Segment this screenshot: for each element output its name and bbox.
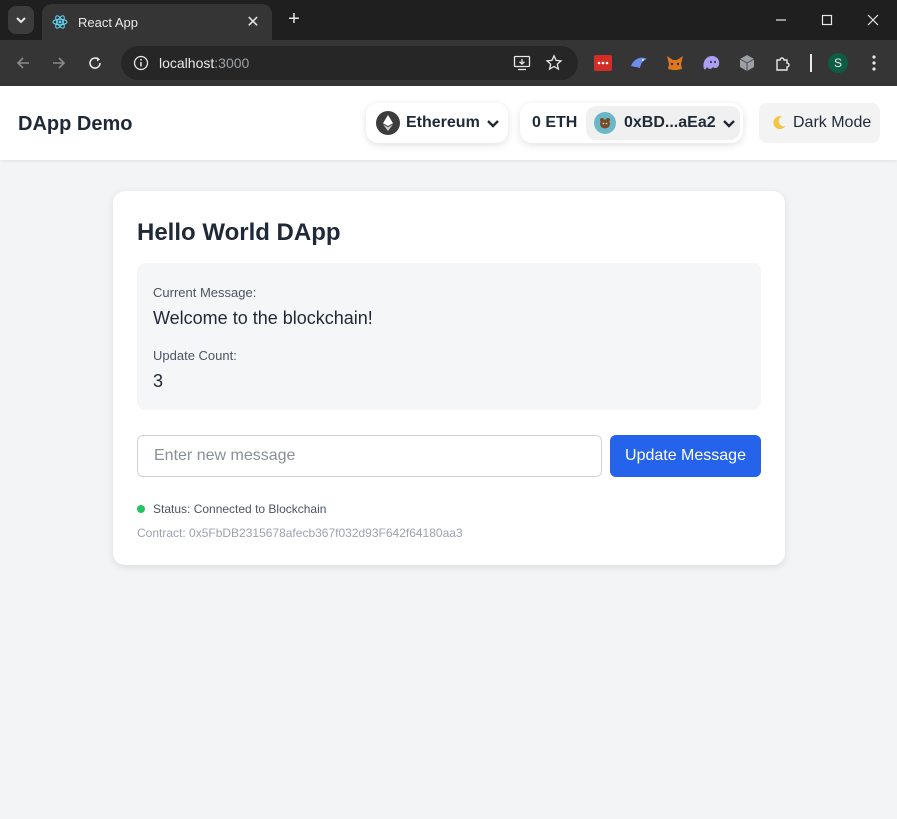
url-port: :3000 [214,55,250,71]
wallet-balance: 0 ETH [532,114,578,131]
url-host: localhost [159,55,215,71]
metamask-icon [667,56,683,70]
new-message-input[interactable] [137,435,602,477]
reload-button[interactable] [83,51,107,75]
info-icon [133,55,149,71]
chevron-down-icon [16,17,26,24]
kebab-menu-icon [872,55,876,71]
ethereum-icon [376,111,400,135]
browser-tab-strip: React App ✕ + [0,0,897,40]
back-button[interactable] [11,51,35,75]
lastpass-icon [594,55,612,71]
bookmark-button[interactable] [544,53,564,73]
app-header: DApp Demo Ethereum 0 ETH 0xBD...aEa2 Dar… [0,86,897,160]
install-icon [513,55,531,71]
close-icon [867,14,879,26]
status-indicator-dot [137,505,145,513]
browser-tab[interactable]: React App ✕ [42,4,272,40]
close-window-button[interactable] [861,8,885,32]
account-widget: 0 ETH 0xBD...aEa2 [520,103,743,143]
forward-arrow-icon [53,57,66,69]
extension-lastpass[interactable] [592,52,614,74]
toolbar-divider [810,54,812,72]
dark-mode-button[interactable]: Dark Mode [759,103,880,143]
reload-icon [89,57,101,69]
update-message-button[interactable]: Update Message [610,435,761,477]
maximize-button[interactable] [815,8,839,32]
browser-menu-button[interactable] [863,52,885,74]
app-brand: DApp Demo [18,113,133,135]
install-app-button[interactable] [512,53,532,73]
account-avatar [594,112,616,134]
current-message-label: Current Message: [153,285,257,300]
account-button[interactable]: 0xBD...aEa2 [586,106,740,140]
profile-avatar[interactable]: S [828,53,848,73]
react-icon [52,15,68,29]
minimize-button[interactable] [769,8,793,32]
tab-title: React App [78,14,138,30]
browser-toolbar: localhost:3000 [0,40,897,86]
forward-button[interactable] [47,51,71,75]
extension-metamask[interactable] [664,52,686,74]
address-bar[interactable]: localhost:3000 [121,46,578,80]
extension-cube[interactable] [736,52,758,74]
card-title: Hello World DApp [137,219,341,246]
ghost-icon [703,56,720,70]
back-arrow-icon [16,57,29,69]
chevron-down-icon [486,120,499,128]
dapp-card: Hello World DApp Current Message: Welcom… [113,191,785,565]
contract-state-panel: Current Message: Welcome to the blockcha… [137,263,761,410]
new-tab-button[interactable]: + [283,8,305,32]
tab-close-icon[interactable]: ✕ [244,12,262,32]
tab-list-button[interactable] [8,6,34,34]
emoji-avatar-icon [600,118,610,129]
extension-bird[interactable] [628,52,650,74]
cube-icon [739,55,755,71]
current-message-value: Welcome to the blockchain! [153,308,373,328]
chevron-down-icon [722,120,735,128]
site-info-button[interactable] [131,53,151,73]
minimize-icon [776,19,786,21]
update-count-value: 3 [153,371,164,391]
contract-address: Contract: 0x5FbDB2315678afecb367f032d93F… [137,526,463,540]
chain-name: Ethereum [406,114,480,131]
dark-mode-label: Dark Mode [793,114,872,131]
chain-selector-button[interactable]: Ethereum [366,103,508,143]
extension-ghost[interactable] [700,52,722,74]
moon-icon [773,116,786,130]
extensions-button[interactable] [772,52,794,74]
update-count-label: Update Count: [153,348,237,363]
maximize-icon [821,14,833,26]
bird-icon [631,57,647,68]
wallet-address: 0xBD...aEa2 [624,114,716,131]
connection-status: Status: Connected to Blockchain [153,502,327,516]
puzzle-icon [776,57,790,71]
star-icon [545,54,563,71]
